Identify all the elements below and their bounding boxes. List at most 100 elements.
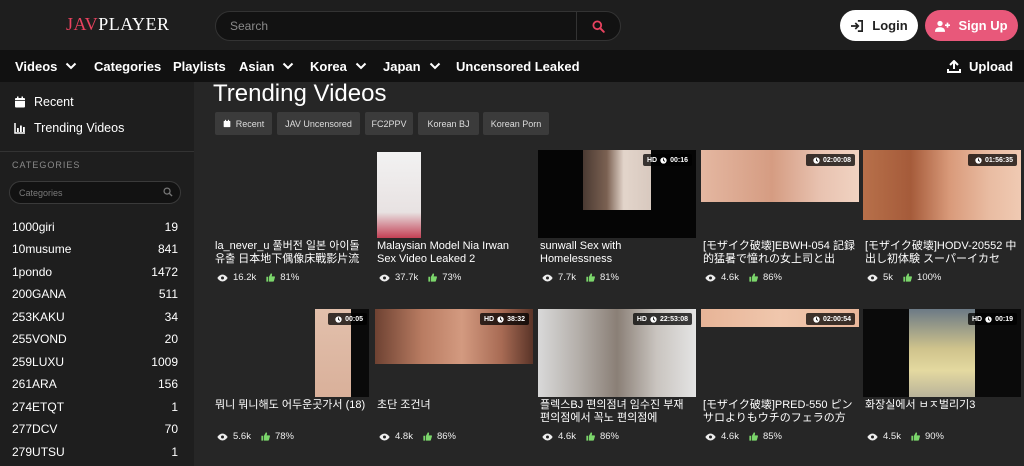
video-thumbnail[interactable]: HD 00:19 <box>863 309 1021 397</box>
video-thumbnail[interactable]: 00:05 <box>213 309 371 397</box>
chip-label: JAV Uncensored <box>285 118 352 129</box>
hd-badge: HD <box>483 315 495 323</box>
thumbs-up-icon <box>428 273 438 282</box>
video-title[interactable]: Malaysian Model Nia Irwan Sex Video Leak… <box>377 240 531 266</box>
video-card[interactable]: la_never_u 풀버전 일본 아이돌 유출 日本地下偶像床戰影片流 16.… <box>213 150 371 300</box>
chip-fc2ppv[interactable]: FC2PPV <box>365 112 413 135</box>
site-logo[interactable]: JAVPLAYER <box>66 14 170 35</box>
video-title[interactable]: [モザイク破壊]PRED-550 ピンサロよりもウチのフェラの方 <box>703 399 857 425</box>
video-card[interactable]: 01:56:35 [モザイク破壊]HODV-20552 中出し初体験 スーパーイ… <box>863 150 1021 300</box>
category-item[interactable]: 279UTSU 1 <box>12 443 178 461</box>
duration-text: 38:32 <box>507 315 525 323</box>
category-count: 156 <box>157 377 178 391</box>
category-item[interactable]: 259LUXU 1009 <box>12 353 178 371</box>
video-title[interactable]: la_never_u 풀버전 일본 아이돌 유출 日本地下偶像床戰影片流 <box>215 240 369 266</box>
sidebar-item-recent[interactable]: Recent <box>14 95 74 109</box>
upload-label: Upload <box>969 58 1014 74</box>
video-card[interactable]: HD 00:16 sunwall Sex with Homelessness 7.… <box>538 150 696 300</box>
video-title[interactable]: 화장실에서 ㅂㅈ벌리기3 <box>865 399 1019 425</box>
video-title[interactable]: [モザイク破壊]HODV-20552 中出し初体験 スーパーイカセ <box>865 240 1019 266</box>
duration-text: 00:05 <box>345 315 363 323</box>
video-thumbnail[interactable]: HD 38:32 <box>375 309 533 397</box>
chip-recent[interactable]: Recent <box>215 112 272 135</box>
category-name: 253KAKU <box>12 310 65 324</box>
duration-text: 01:56:35 <box>984 156 1013 164</box>
video-card[interactable]: Malaysian Model Nia Irwan Sex Video Leak… <box>375 150 533 300</box>
video-title[interactable]: [モザイク破壊]EBWH-054 記録的猛暑で憧れの女上司と出 <box>703 240 857 266</box>
video-stats: 5k 100% <box>867 272 941 283</box>
category-item[interactable]: 255VOND 20 <box>12 330 178 348</box>
chip-label: Korean BJ <box>427 118 470 129</box>
hd-badge: HD <box>646 156 658 164</box>
video-views: 5k <box>883 272 894 283</box>
login-button[interactable]: Login <box>840 10 918 41</box>
category-item[interactable]: 1000giri 19 <box>12 218 178 236</box>
category-item[interactable]: 274ETQT 1 <box>12 398 178 416</box>
chevron-down-icon <box>66 62 77 70</box>
search-input[interactable] <box>216 12 578 40</box>
video-views: 4.6k <box>558 431 576 442</box>
nav-asian[interactable]: Asian <box>239 50 294 82</box>
video-card[interactable]: 00:05 뭐니 뭐니해도 어두운곳가서 (18) 5.6k 78% <box>213 309 371 459</box>
duration-text: 22:53:08 <box>659 315 688 323</box>
video-title[interactable]: 초단 조건녀 <box>377 399 531 425</box>
chart-icon <box>14 123 25 134</box>
video-card[interactable]: 02:00:08 [モザイク破壊]EBWH-054 記録的猛暑で憧れの女上司と出… <box>701 150 859 300</box>
video-thumbnail[interactable]: HD 22:53:08 <box>538 309 696 397</box>
category-item[interactable]: 277DCV 70 <box>12 420 178 438</box>
chip-label: Korean Porn <box>490 118 542 129</box>
video-thumbnail[interactable] <box>213 150 371 238</box>
video-likes: 86% <box>436 431 456 442</box>
sidebar-item-recent-label: Recent <box>34 95 74 109</box>
nav-uncensored-leaked[interactable]: Uncensored Leaked <box>456 50 580 82</box>
duration-badge: HD 00:19 <box>967 313 1017 325</box>
category-name: 274ETQT <box>12 400 65 414</box>
upload-icon <box>947 59 961 73</box>
video-thumbnail[interactable]: 02:00:08 <box>701 150 859 238</box>
categories-search-input[interactable] <box>10 182 160 203</box>
video-card[interactable]: HD 38:32 초단 조건녀 4.8k 86% <box>375 309 533 459</box>
video-thumbnail[interactable]: 02:00:54 <box>701 309 859 397</box>
category-item[interactable]: 253KAKU 34 <box>12 308 178 326</box>
video-thumbnail[interactable]: HD 00:16 <box>538 150 696 238</box>
video-stats: 4.8k 86% <box>379 431 456 442</box>
chip-jav-uncensored[interactable]: JAV Uncensored <box>277 112 360 135</box>
category-item[interactable]: 261ARA 156 <box>12 375 178 393</box>
video-title[interactable]: 뭐니 뭐니해도 어두운곳가서 (18) <box>215 399 369 425</box>
category-name: 261ARA <box>12 377 57 391</box>
nav-korea[interactable]: Korea <box>310 50 367 82</box>
video-card[interactable]: HD 22:53:08 플렉스BJ 편의점녀 임수진 부재 편의점에서 꼭노 편의… <box>538 309 696 459</box>
video-thumbnail[interactable] <box>375 150 533 238</box>
video-title[interactable]: 플렉스BJ 편의점녀 임수진 부재 편의점에서 꼭노 편의점에 <box>540 399 694 425</box>
calendar-icon <box>15 96 25 108</box>
sidebar-divider <box>0 151 194 152</box>
category-item[interactable]: 10musume 841 <box>12 240 178 258</box>
nav-videos[interactable]: Videos <box>15 50 77 82</box>
video-likes: 100% <box>917 272 942 283</box>
duration-badge: 02:00:08 <box>805 154 855 166</box>
chip-korean-bj[interactable]: Korean BJ <box>418 112 479 135</box>
sidebar-item-trending[interactable]: Trending Videos <box>14 121 124 135</box>
category-item[interactable]: 200GANA 511 <box>12 285 178 303</box>
search-button[interactable] <box>576 12 620 40</box>
video-card[interactable]: HD 00:19 화장실에서 ㅂㅈ벌리기3 4.5k 90% <box>863 309 1021 459</box>
nav-japan-label: Japan <box>383 58 421 74</box>
nav-playlists[interactable]: Playlists <box>173 50 226 82</box>
nav-japan[interactable]: Japan <box>383 50 441 82</box>
category-item[interactable]: 1pondo 1472 <box>12 263 178 281</box>
video-views: 7.7k <box>558 272 576 283</box>
signup-button[interactable]: Sign Up <box>925 10 1018 41</box>
chip-korean-porn[interactable]: Korean Porn <box>483 112 549 135</box>
category-name: 1000giri <box>12 220 55 234</box>
hd-badge: HD <box>636 315 647 323</box>
eye-icon <box>542 433 553 440</box>
sidebar: Recent Trending Videos CATEGORIES 1000gi… <box>0 82 194 466</box>
video-title[interactable]: sunwall Sex with Homelessness <box>540 240 694 266</box>
nav-playlists-label: Playlists <box>173 58 226 74</box>
upload-button[interactable]: Upload <box>947 50 1013 82</box>
video-thumbnail[interactable]: 01:56:35 <box>863 150 1021 238</box>
video-card[interactable]: 02:00:54 [モザイク破壊]PRED-550 ピンサロよりもウチのフェラの… <box>701 309 859 459</box>
nav-categories[interactable]: Categories <box>94 50 161 82</box>
category-count: 1009 <box>151 355 178 369</box>
video-likes: 86% <box>599 431 619 442</box>
